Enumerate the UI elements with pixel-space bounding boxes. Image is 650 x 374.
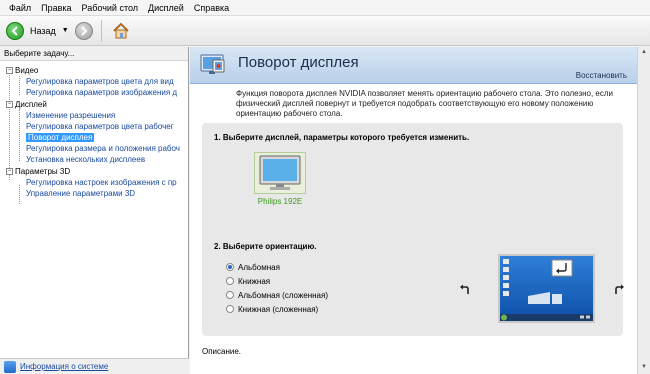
category-label: Параметры 3D xyxy=(15,167,71,176)
task-panel: Выберите задачу... − Видео Регулировка па… xyxy=(0,47,189,358)
menu-desktop[interactable]: Рабочий стол xyxy=(77,3,144,13)
menu-bar: Файл Правка Рабочий стол Дисплей Справка xyxy=(0,0,650,16)
task-panel-footer: Информация о системе xyxy=(0,358,189,374)
vertical-scrollbar[interactable]: ▲ ▼ xyxy=(637,47,650,374)
main-panel: Поворот дисплея Восстановить Функция пов… xyxy=(190,47,650,374)
toolbar-separator xyxy=(100,19,102,42)
toolbar: Назад ▼ xyxy=(0,16,650,46)
menu-display[interactable]: Дисплей xyxy=(143,3,189,13)
rotate-left-button[interactable] xyxy=(457,282,473,298)
radio-button[interactable] xyxy=(226,277,234,285)
system-info-link[interactable]: Информация о системе xyxy=(20,362,108,371)
collapse-icon[interactable]: − xyxy=(6,168,13,176)
back-button[interactable] xyxy=(6,21,24,40)
page-title: Поворот дисплея xyxy=(238,54,359,71)
menu-help[interactable]: Справка xyxy=(189,3,234,13)
tree-item-change-resolution[interactable]: Изменение разрешения xyxy=(26,110,115,121)
description-label: Описание. xyxy=(202,347,242,356)
rotate-left-icon xyxy=(460,284,469,294)
tree-item-video-image[interactable]: Регулировка параметров изображения д xyxy=(26,87,177,98)
system-info-icon xyxy=(4,360,16,373)
display-name-label[interactable]: Philips 192E xyxy=(248,197,312,206)
home-icon xyxy=(113,22,129,38)
page-banner: Поворот дисплея Восстановить xyxy=(190,47,637,84)
tree-item-desktop-size[interactable]: Регулировка размера и положения рабоч xyxy=(26,143,180,154)
tree-item-video-color[interactable]: Регулировка параметров цвета для вид xyxy=(26,76,174,87)
scroll-up-icon[interactable]: ▲ xyxy=(640,49,648,57)
rotate-right-icon xyxy=(615,284,624,294)
radio-label: Альбомная xyxy=(238,262,280,272)
tree-category-3d[interactable]: − Параметры 3D xyxy=(6,166,70,177)
category-label: Видео xyxy=(15,66,39,75)
step-select-display-title: 1. Выберите дисплей, параметры которого … xyxy=(214,133,470,142)
collapse-icon[interactable]: − xyxy=(6,101,13,109)
orientation-landscape-flipped[interactable]: Альбомная (сложенная) xyxy=(226,289,328,301)
tree-item-3d-image[interactable]: Регулировка настроек изображения с пр xyxy=(26,177,177,188)
desktop-preview-image xyxy=(500,256,593,321)
menu-edit[interactable]: Правка xyxy=(36,3,76,13)
monitor-icon xyxy=(259,155,301,190)
tree-category-display[interactable]: − Дисплей xyxy=(6,99,47,110)
forward-button[interactable] xyxy=(74,21,93,40)
scroll-down-icon[interactable]: ▼ xyxy=(640,364,648,372)
radio-button[interactable] xyxy=(226,305,234,313)
radio-label: Альбомная (сложенная) xyxy=(238,290,328,300)
collapse-icon[interactable]: − xyxy=(6,67,13,75)
step-select-orientation-title: 2. Выберите ориентацию. xyxy=(214,242,317,251)
restore-defaults-link[interactable]: Восстановить xyxy=(576,71,627,80)
back-history-dropdown-icon[interactable]: ▼ xyxy=(62,27,69,34)
orientation-landscape[interactable]: Альбомная xyxy=(226,261,280,273)
radio-label: Книжная (сложенная) xyxy=(238,304,319,314)
display-rotation-icon xyxy=(200,54,225,74)
orientation-portrait-flipped[interactable]: Книжная (сложенная) xyxy=(226,303,318,315)
settings-section: 1. Выберите дисплей, параметры которого … xyxy=(202,123,624,336)
tree-item-multiple-displays[interactable]: Установка нескольких дисплеев xyxy=(26,154,145,165)
display-selector[interactable] xyxy=(254,152,306,194)
orientation-portrait[interactable]: Книжная xyxy=(226,275,270,287)
tree-category-video[interactable]: − Видео xyxy=(6,65,38,76)
tree-connector xyxy=(9,70,10,180)
radio-button[interactable] xyxy=(226,291,234,299)
tree-item-manage-3d[interactable]: Управление параметрами 3D xyxy=(26,188,135,199)
rotate-right-button[interactable] xyxy=(611,282,627,298)
task-tree: − Видео Регулировка параметров цвета для … xyxy=(0,62,189,358)
radio-label: Книжная xyxy=(238,276,271,286)
task-panel-header: Выберите задачу... xyxy=(0,47,188,61)
arrow-right-icon xyxy=(81,25,88,36)
category-label: Дисплей xyxy=(15,100,47,109)
tree-item-desktop-color[interactable]: Регулировка параметров цвета рабочег xyxy=(26,121,174,132)
radio-button[interactable] xyxy=(226,263,234,271)
tree-item-rotate-display[interactable]: Поворот дисплея xyxy=(26,132,95,143)
tree-connector xyxy=(19,185,20,204)
page-description: Функция поворота дисплея NVIDIA позволяе… xyxy=(236,89,614,118)
menu-file[interactable]: Файл xyxy=(4,3,36,13)
tree-connector xyxy=(19,76,20,95)
back-label[interactable]: Назад xyxy=(30,26,56,36)
tree-connector xyxy=(19,109,20,161)
home-button[interactable] xyxy=(110,20,132,42)
arrow-left-icon xyxy=(11,25,18,36)
orientation-preview xyxy=(498,254,595,323)
